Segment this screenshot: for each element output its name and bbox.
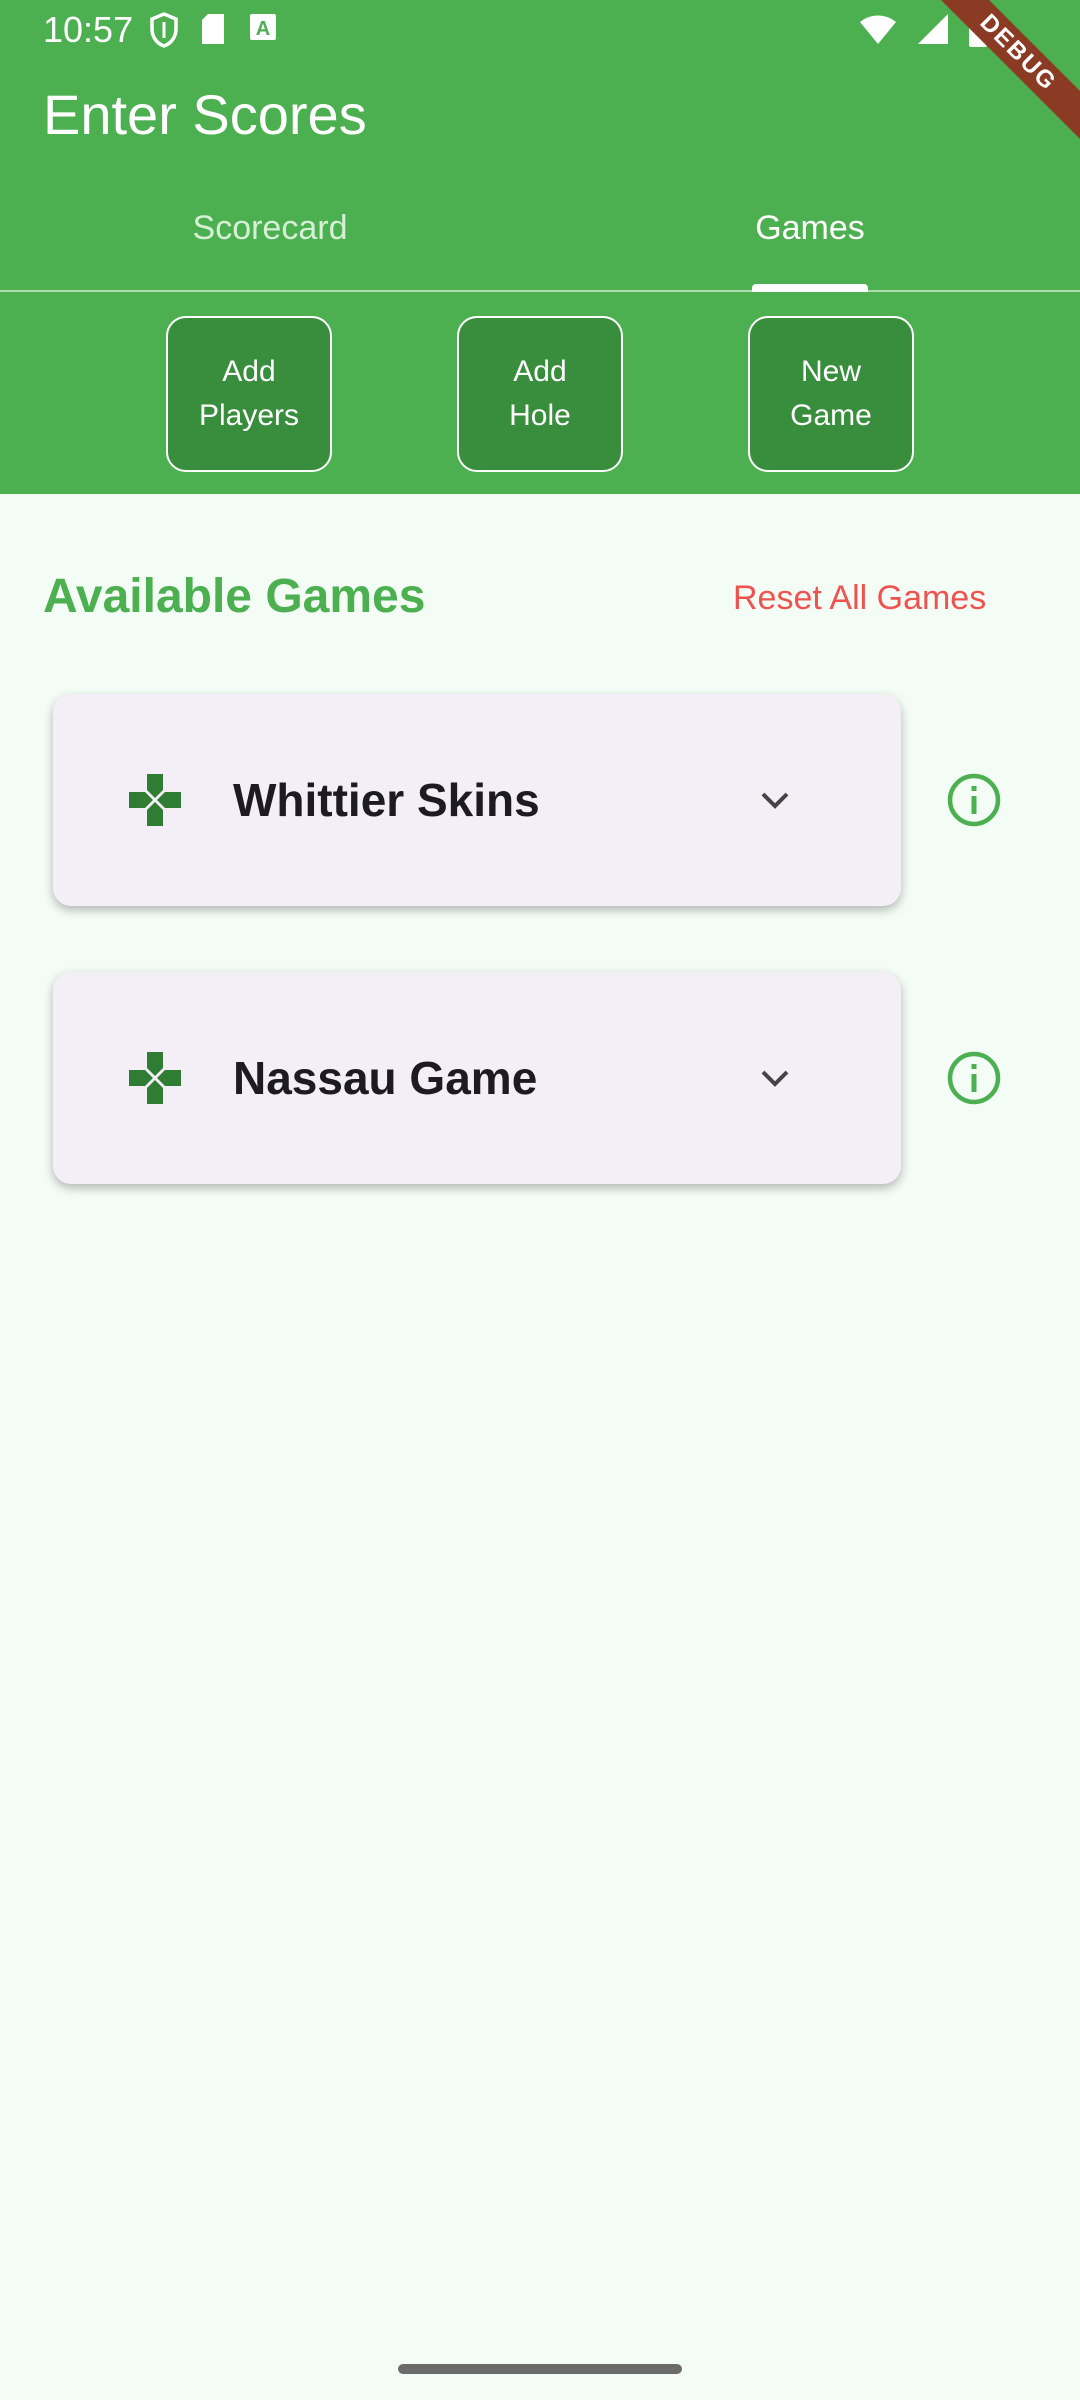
text-a-icon: A <box>248 12 278 48</box>
game-card-whittier-skins[interactable]: Whittier Skins <box>53 694 901 906</box>
tab-games[interactable]: Games <box>540 190 1080 290</box>
info-icon[interactable] <box>946 772 1002 828</box>
add-players-label-line1: Add <box>222 355 276 388</box>
sd-card-icon <box>200 12 226 48</box>
debug-banner: DEBUG <box>920 0 1080 160</box>
home-indicator[interactable] <box>398 2364 682 2374</box>
screen: 10:57 A DEBUG Enter Scores Scorecard Gam… <box>0 0 1080 2400</box>
add-players-label-line2: Players <box>198 399 300 432</box>
info-icon[interactable] <box>946 1050 1002 1106</box>
svg-text:A: A <box>256 18 270 40</box>
tab-bar: Scorecard Games <box>0 190 1080 290</box>
section-title: Available Games <box>43 570 426 623</box>
app-header: 10:57 A DEBUG Enter Scores Scorecard Gam… <box>0 0 1080 494</box>
reset-all-games-button[interactable]: Reset All Games <box>733 576 986 620</box>
add-hole-label-line1: Add <box>513 355 567 388</box>
tab-scorecard[interactable]: Scorecard <box>0 190 540 290</box>
new-game-label-line2: Game <box>790 399 872 432</box>
tab-divider <box>0 290 1080 292</box>
chevron-down-icon[interactable] <box>753 1056 797 1100</box>
game-card-nassau-game[interactable]: Nassau Game <box>53 972 901 1184</box>
status-time: 10:57 <box>43 9 134 50</box>
chevron-down-icon[interactable] <box>753 778 797 822</box>
add-hole-label-line2: Hole <box>509 399 571 432</box>
page-title: Enter Scores <box>43 83 367 146</box>
game-name: Nassau Game <box>233 1052 538 1104</box>
status-bar: 10:57 A <box>0 0 1080 62</box>
new-game-label-line1: New <box>800 355 861 388</box>
shield-icon <box>150 12 178 48</box>
game-name: Whittier Skins <box>233 774 540 826</box>
add-hole-button[interactable]: Add Hole <box>457 316 623 472</box>
debug-label: DEBUG <box>921 0 1080 150</box>
gamepad-icon <box>127 1050 183 1106</box>
wifi-icon <box>858 12 898 48</box>
add-players-button[interactable]: Add Players <box>166 316 332 472</box>
new-game-button[interactable]: New Game <box>748 316 914 472</box>
gamepad-icon <box>127 772 183 828</box>
